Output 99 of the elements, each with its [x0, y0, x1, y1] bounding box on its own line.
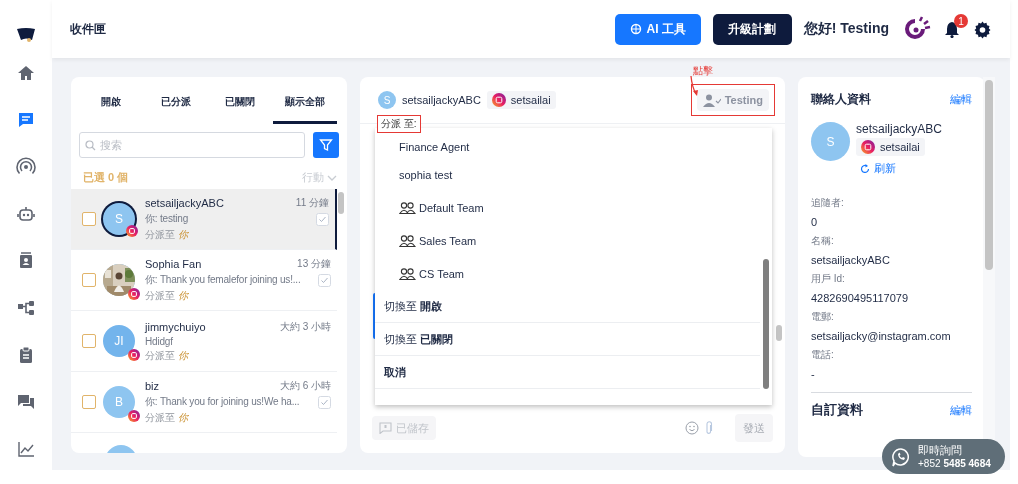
filter-tab[interactable]: 顯示全部: [272, 77, 337, 124]
field-value: setsailjacky@instagram.com: [811, 330, 952, 342]
refresh-icon: [860, 163, 870, 174]
message-preview: 你: Thank you femalefor joining us!...: [145, 273, 301, 287]
team-icon: [399, 201, 416, 214]
field-label: 追隨者:: [811, 196, 845, 210]
menu-item[interactable]: 取消: [375, 356, 760, 389]
filter-tab[interactable]: 已分派: [143, 77, 208, 124]
emoji-icon[interactable]: [685, 421, 699, 435]
timestamp: 11 分鐘: [295, 196, 329, 210]
page-title: 收件匣: [70, 20, 107, 38]
assigned-label: 分派至: [145, 289, 175, 303]
conversation-item[interactable]: S setsailjackyABC 11 分鐘 你: testing 分派至 你: [71, 189, 337, 250]
settings-icon[interactable]: [973, 19, 992, 39]
message-preview: 你: testing: [145, 212, 189, 226]
field-label: 電郵:: [811, 310, 835, 324]
contact-name: setsailjackyABC: [145, 197, 224, 209]
camera-icon: [491, 93, 506, 107]
robot-icon[interactable]: [16, 204, 36, 224]
camera-icon: [128, 349, 140, 361]
avatar: S: [378, 91, 396, 109]
camera-icon: [126, 225, 138, 237]
checkbox[interactable]: [82, 212, 96, 226]
contact-name: Sophia Fan: [145, 258, 202, 270]
scrollbar-thumb[interactable]: [776, 325, 782, 341]
assigned-label: 分派至: [145, 411, 175, 425]
paperclip-icon[interactable]: [705, 421, 713, 435]
conversation-item[interactable]: Sophia Fan 13 分鐘 你: Thank you femalefor joining us!... 分派至 你: [71, 250, 337, 311]
scrollbar-thumb[interactable]: [338, 192, 344, 214]
chart-icon[interactable]: [16, 439, 36, 459]
menu-item[interactable]: Finance Agent: [375, 128, 760, 158]
assignee-name: 你: [178, 289, 188, 303]
chevron-down-icon: [327, 174, 337, 181]
channel-chip: setsailai: [486, 91, 556, 109]
message-preview: Hdidgf: [145, 335, 173, 347]
channel-chip: setsailai: [856, 138, 925, 156]
field-value: -: [811, 368, 816, 380]
timestamp: 大約 3 小時: [279, 319, 331, 334]
assigned-label: 分派至: [145, 348, 175, 363]
notification-badge: 1: [954, 14, 968, 28]
conversation-item[interactable]: B biz 大約 6 小時 你: Thank you for joining us!We ha... 分派至 你: [71, 372, 337, 433]
timestamp: 13 分鐘: [297, 257, 331, 271]
field-value: 0: [811, 216, 819, 228]
contact-name: biz: [145, 380, 160, 392]
search-field[interactable]: 搜索: [79, 132, 305, 158]
field-value: 4282690495117079: [811, 292, 910, 304]
assignee-name: 你: [178, 348, 188, 363]
ai-icon: [629, 23, 642, 35]
filter-tab[interactable]: 開啟: [79, 77, 144, 124]
field-label: 名稱:: [811, 234, 835, 248]
edit-link[interactable]: 編輯: [950, 92, 972, 107]
message-preview: 你: Thank you for joining us!We ha...: [145, 395, 300, 409]
assigned-label: 分派至: [145, 228, 175, 242]
assignee-name: 你: [178, 411, 188, 425]
team-icon: [399, 267, 416, 280]
menu-item[interactable]: 切換至 已關閉: [375, 323, 760, 356]
selected-count: 已選 0 個: [83, 170, 129, 185]
chat-icon[interactable]: [16, 110, 36, 130]
assignee-name: 你: [178, 228, 188, 242]
funnel-icon: [319, 138, 333, 152]
camera-icon: [128, 410, 140, 422]
contact-name: setsailjackyABC: [856, 122, 943, 136]
edit-link[interactable]: 編輯: [950, 402, 972, 418]
camera-icon: [128, 288, 140, 300]
camera-icon: [861, 140, 875, 154]
user-check-icon: [702, 93, 721, 107]
conversation-item[interactable]: JI jimmychuiyo 大約 3 小時 Hdidgf 分派至 你: [71, 311, 337, 372]
field-value: setsailjackyABC: [811, 254, 891, 266]
filter-button[interactable]: [313, 132, 339, 158]
avatar: S: [103, 203, 135, 235]
chat-widget-button[interactable]: 即時詢問 +852 5485 4684: [882, 439, 1005, 474]
scrollbar-thumb[interactable]: [985, 80, 993, 270]
checkbox[interactable]: [82, 273, 96, 287]
checkbox[interactable]: [82, 395, 96, 409]
section-title: 聯絡人資料: [811, 91, 871, 108]
field-label: 電話:: [811, 348, 835, 362]
scrollbar-thumb[interactable]: [763, 259, 769, 389]
menu-item[interactable]: 切換至 開啟: [375, 290, 760, 323]
upgrade-button[interactable]: 升級計劃: [712, 13, 792, 45]
message-icon: [379, 422, 392, 434]
team-icon: [399, 234, 416, 247]
annotation-label: 點擊: [693, 64, 713, 78]
refresh-button[interactable]: 刷新: [856, 161, 896, 176]
bell-icon[interactable]: [943, 20, 961, 38]
avatar: S: [811, 122, 850, 161]
contact-name: setsailjackyABC: [402, 94, 481, 106]
timestamp: 大約 6 小時: [279, 379, 331, 393]
greeting-text: 您好! Testing: [803, 20, 889, 38]
section-title: 自訂資料: [811, 401, 863, 419]
home-icon[interactable]: [16, 63, 36, 83]
filter-tab[interactable]: 已關閉: [208, 77, 273, 124]
checkbox[interactable]: [82, 334, 96, 348]
search-icon: [85, 140, 96, 151]
ai-tools-button[interactable]: AI 工具: [614, 13, 701, 45]
contact-name: jimmychuiyo: [145, 320, 206, 333]
field-label: 用戶 Id:: [811, 272, 846, 286]
flow-icon[interactable]: [16, 298, 36, 318]
assign-label: 分派 至:: [377, 115, 421, 133]
phone-chat-icon: [891, 446, 911, 467]
